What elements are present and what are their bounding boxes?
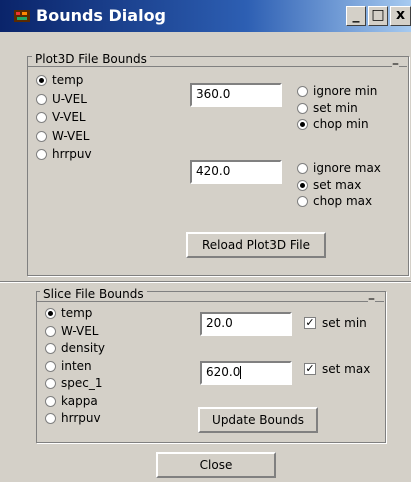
maximize-button[interactable]: □ xyxy=(368,6,388,26)
slice-min-input[interactable]: 20.0 xyxy=(200,312,292,336)
radio-indicator-icon xyxy=(297,119,308,130)
plot3d-min-input[interactable]: 360.0 xyxy=(190,83,282,107)
plot3d-header-divider xyxy=(28,66,407,67)
minimize-button[interactable]: _ xyxy=(346,6,366,26)
slice-var-hrrpuv-radio[interactable]: hrrpuv xyxy=(45,410,101,426)
radio-indicator-icon xyxy=(36,149,47,160)
plot3d-var-radio-label: U-VEL xyxy=(52,91,87,106)
plot3d-var-radio-label: hrrpuv xyxy=(52,147,92,161)
plot3d-var-radio-label: temp xyxy=(52,73,84,87)
plot3d-min-radio-label: chop min xyxy=(313,117,369,131)
radio-indicator-icon xyxy=(297,86,308,97)
slice-var-radio-label: hrrpuv xyxy=(61,411,101,425)
slice-var-radio-label: kappa xyxy=(61,393,98,408)
slice-collapse-icon[interactable]: – xyxy=(368,292,375,306)
radio-indicator-icon xyxy=(45,395,56,407)
plot3d-min-ignore-min-radio[interactable]: ignore min xyxy=(297,83,377,99)
radio-indicator-icon xyxy=(36,130,47,142)
radio-indicator-icon xyxy=(297,196,308,207)
set-max-checkbox[interactable]: ✓ set max xyxy=(304,361,370,377)
slice-var-w-vel-radio[interactable]: W-VEL xyxy=(45,323,98,339)
radio-indicator-icon xyxy=(36,93,47,105)
plot3d-min-radio-label: set min xyxy=(313,100,358,115)
slice-var-radio-label: W-VEL xyxy=(61,323,99,338)
slice-var-temp-radio[interactable]: temp xyxy=(45,305,92,321)
slice-var-kappa-radio[interactable]: kappa xyxy=(45,393,98,409)
plot3d-collapse-icon[interactable]: – xyxy=(392,57,399,71)
plot3d-var-v-vel-radio[interactable]: V-VEL xyxy=(36,109,86,125)
reload-plot3d-button[interactable]: Reload Plot3D File xyxy=(186,232,326,258)
slice-var-inten-radio[interactable]: inten xyxy=(45,358,92,374)
bounds-dialog-window: Bounds Dialog _ □ x Plot3D File Bounds –… xyxy=(0,0,411,482)
radio-indicator-icon xyxy=(297,163,308,174)
radio-indicator-icon xyxy=(45,413,56,424)
set-max-label: set max xyxy=(322,362,371,376)
slice-var-density-radio[interactable]: density xyxy=(45,340,105,356)
set-max-check-icon: ✓ xyxy=(304,362,316,375)
set-min-label: set min xyxy=(322,316,367,330)
plot3d-var-u-vel-radio[interactable]: U-VEL xyxy=(36,91,87,107)
plot3d-frame-title: Plot3D File Bounds xyxy=(32,52,150,66)
section-divider xyxy=(0,281,411,283)
update-bounds-button[interactable]: Update Bounds xyxy=(198,407,318,433)
close-window-button[interactable]: x xyxy=(390,6,411,26)
slice-max-input[interactable]: 620.0 xyxy=(200,361,292,385)
slice-frame-title: Slice File Bounds xyxy=(40,287,147,301)
plot3d-max-input[interactable]: 420.0 xyxy=(190,160,282,184)
radio-indicator-icon xyxy=(36,75,47,86)
plot3d-var-w-vel-radio[interactable]: W-VEL xyxy=(36,128,89,144)
slice-var-radio-label: inten xyxy=(61,358,92,373)
plot3d-max-radio-label: ignore max xyxy=(313,161,381,175)
radio-indicator-icon xyxy=(297,179,308,191)
plot3d-max-radio-label: chop max xyxy=(313,194,373,208)
slice-var-spec-1-radio[interactable]: spec_1 xyxy=(45,375,102,391)
plot3d-min-radio-label: ignore min xyxy=(313,84,378,98)
close-button[interactable]: Close xyxy=(156,452,276,478)
radio-indicator-icon xyxy=(45,308,56,319)
radio-indicator-icon xyxy=(45,325,56,337)
radio-indicator-icon xyxy=(45,343,56,354)
plot3d-max-ignore-max-radio[interactable]: ignore max xyxy=(297,160,381,176)
text-caret xyxy=(240,366,242,379)
set-min-check-icon: ✓ xyxy=(304,316,316,329)
plot3d-max-set-max-radio[interactable]: set max xyxy=(297,177,361,193)
plot3d-max-chop-max-radio[interactable]: chop max xyxy=(297,193,372,209)
plot3d-var-hrrpuv-radio[interactable]: hrrpuv xyxy=(36,146,92,162)
window-title: Bounds Dialog xyxy=(36,6,167,25)
slice-var-radio-label: temp xyxy=(61,306,93,320)
radio-indicator-icon xyxy=(36,112,47,123)
plot3d-min-set-min-radio[interactable]: set min xyxy=(297,100,358,116)
set-min-checkbox[interactable]: ✓ set min xyxy=(304,315,367,331)
app-icon xyxy=(14,10,30,22)
plot3d-var-temp-radio[interactable]: temp xyxy=(36,72,83,88)
plot3d-min-chop-min-radio[interactable]: chop min xyxy=(297,116,369,132)
radio-indicator-icon xyxy=(297,102,308,114)
plot3d-var-radio-label: W-VEL xyxy=(52,128,90,143)
plot3d-var-radio-label: V-VEL xyxy=(52,110,86,124)
slice-var-radio-label: density xyxy=(61,341,105,355)
radio-indicator-icon xyxy=(45,378,56,389)
radio-indicator-icon xyxy=(45,360,56,372)
slice-max-value: 620.0 xyxy=(206,365,241,379)
title-bar[interactable]: Bounds Dialog _ □ x xyxy=(0,0,411,32)
slice-var-radio-label: spec_1 xyxy=(61,376,103,390)
plot3d-max-radio-label: set max xyxy=(313,177,362,192)
slice-header-divider xyxy=(37,301,384,302)
